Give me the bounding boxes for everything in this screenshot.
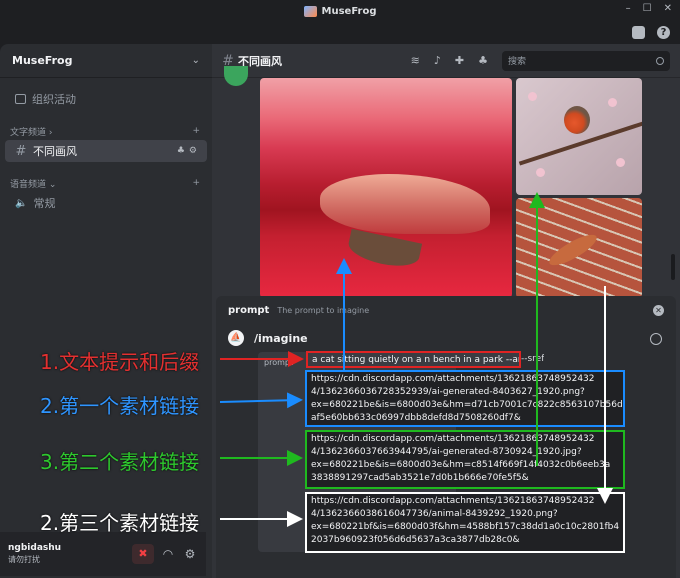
- popup-header: prompt The prompt to imagine ✕: [216, 296, 676, 324]
- app-name: MuseFrog: [321, 5, 377, 17]
- annotation-text-prompt: 1.文本提示和后缀: [40, 350, 200, 374]
- channel-header: # 不同画风 ≋ ♪ ✚ ♣ 搜索: [212, 44, 680, 78]
- server-header[interactable]: MuseFrog ⌄: [0, 44, 212, 78]
- user-status: 请勿打扰: [8, 555, 40, 564]
- category-label: 语音频道 ⌄: [10, 179, 57, 190]
- username: ngbidashu: [8, 543, 62, 553]
- voice-channel-item[interactable]: 🔈 常规: [5, 192, 207, 214]
- command-row: ⛵ /imagine: [228, 330, 308, 346]
- voice-channels-category[interactable]: 语音频道 ⌄ +: [0, 174, 212, 192]
- blossom-shape: [616, 158, 625, 167]
- app-window: MuseFrog – ☐ ✕ ? MuseFrog ⌄ 组织活动 文字频道 › …: [0, 0, 680, 578]
- hash-icon: #: [15, 143, 27, 159]
- blossom-shape: [608, 98, 617, 107]
- lizard-shape: [545, 229, 601, 271]
- link-three-box[interactable]: https://cdn.discordapp.com/attachments/1…: [305, 492, 625, 553]
- command-name: /imagine: [254, 331, 308, 345]
- river-shape: [320, 174, 490, 234]
- threads-icon[interactable]: ≋: [411, 54, 420, 67]
- events-item[interactable]: 组织活动: [5, 88, 207, 110]
- maximize-icon[interactable]: ☐: [643, 3, 652, 14]
- user-panel: ngbidashu 请勿打扰 ✖ ◠ ⚙: [0, 532, 206, 576]
- calendar-icon: [15, 94, 26, 104]
- sref-suffix: --sref: [521, 354, 545, 364]
- header-icons: ≋ ♪ ✚ ♣: [411, 54, 488, 67]
- bot-icon: ⛵: [228, 330, 244, 346]
- bell-icon[interactable]: ♪: [434, 54, 441, 67]
- robin-shape: [564, 106, 590, 134]
- close-icon[interactable]: ✕: [653, 304, 664, 316]
- gear-icon[interactable]: ⚙: [182, 547, 198, 561]
- voice-channel-label: 常规: [33, 197, 56, 210]
- add-channel-icon[interactable]: +: [192, 178, 200, 188]
- link-one-box[interactable]: https://cdn.discordapp.com/attachments/1…: [305, 370, 625, 427]
- headphones-icon[interactable]: ◠: [160, 547, 176, 561]
- search-icon: [656, 56, 664, 65]
- members-icon[interactable]: ♣: [478, 54, 488, 67]
- link-two-box[interactable]: https://cdn.discordapp.com/attachments/1…: [305, 430, 625, 489]
- user-controls: ✖ ◠ ⚙: [132, 544, 198, 564]
- image-robin-blossom[interactable]: [516, 78, 642, 195]
- mute-mic-icon[interactable]: ✖: [132, 544, 154, 564]
- search-input[interactable]: 搜索: [502, 50, 670, 71]
- channel-tools: ♣ ⚙: [177, 146, 197, 156]
- close-icon[interactable]: ✕: [664, 3, 672, 14]
- text-channels-category[interactable]: 文字频道 › +: [0, 122, 212, 140]
- inbox-icon[interactable]: [632, 26, 645, 39]
- minimize-icon[interactable]: –: [626, 3, 631, 14]
- image-lizard-brick[interactable]: [516, 198, 642, 298]
- app-title: MuseFrog: [303, 5, 377, 17]
- annotation-link-three: 2.第三个素材链接: [40, 511, 200, 535]
- boat-shape: [345, 228, 423, 272]
- annotation-link-two: 3.第二个素材链接: [40, 450, 200, 474]
- speaker-icon: 🔈: [15, 197, 28, 209]
- blossom-shape: [536, 168, 545, 177]
- user-info[interactable]: ngbidashu 请勿打扰: [8, 543, 61, 565]
- pin-icon[interactable]: ✚: [455, 54, 464, 67]
- popup-description: The prompt to imagine: [277, 305, 370, 315]
- scrollbar[interactable]: [671, 254, 675, 280]
- image-red-landscape[interactable]: [260, 78, 512, 298]
- events-label: 组织活动: [32, 93, 76, 106]
- window-controls: – ☐ ✕: [626, 3, 672, 14]
- prompt-field-label: prompt: [264, 358, 294, 367]
- category-label: 文字频道 ›: [10, 127, 53, 138]
- annotation-link-one: 2.第一个素材链接: [40, 394, 200, 418]
- top-right-icons: ?: [632, 26, 670, 39]
- options-icon[interactable]: [650, 333, 662, 345]
- invite-icon[interactable]: ♣: [177, 146, 185, 156]
- channel-sidebar: MuseFrog ⌄ 组织活动 文字频道 › + # 不同画风 ♣ ⚙ 语音频道…: [0, 44, 212, 578]
- server-name: MuseFrog: [12, 54, 73, 67]
- channel-item-active[interactable]: # 不同画风 ♣ ⚙: [5, 140, 207, 162]
- blossom-shape: [528, 92, 537, 101]
- help-icon[interactable]: ?: [657, 26, 670, 39]
- prompt-text-box[interactable]: a cat sitting quietly on a n bench in a …: [306, 351, 521, 368]
- chevron-down-icon: ⌄: [191, 55, 200, 66]
- popup-title: prompt: [228, 304, 270, 316]
- app-logo-icon: [303, 5, 317, 17]
- gear-icon[interactable]: ⚙: [189, 146, 197, 156]
- add-channel-icon[interactable]: +: [192, 126, 200, 136]
- search-placeholder: 搜索: [508, 57, 527, 67]
- channel-label: 不同画风: [33, 145, 77, 158]
- title-bar: MuseFrog – ☐ ✕: [0, 0, 680, 22]
